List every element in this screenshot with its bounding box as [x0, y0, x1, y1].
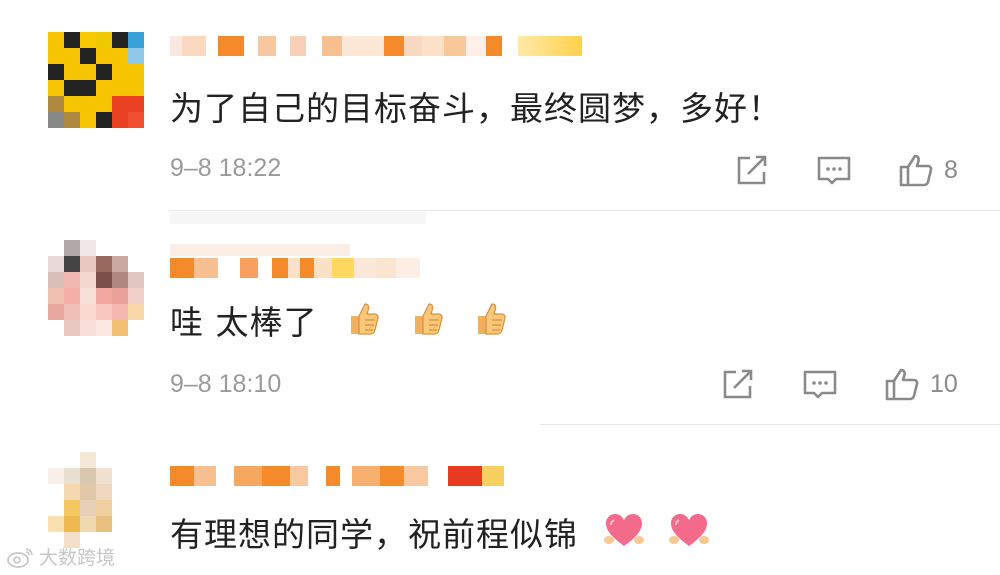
comment-text-label: 有理想的同学，祝前程似锦 [170, 515, 578, 554]
comment-text: 有理想的同学，祝前程似锦 [170, 508, 711, 556]
comment-item: 有理想的同学，祝前程似锦 [0, 0, 1000, 575]
weibo-logo-icon [7, 547, 33, 568]
watermark: 大数跨境 [6, 543, 115, 570]
username-blurred[interactable] [170, 466, 504, 486]
avatar[interactable] [48, 452, 144, 548]
heart-hands-icon [603, 514, 644, 546]
heart-hands-icon [669, 514, 709, 546]
watermark-text: 大数跨境 [39, 547, 116, 569]
